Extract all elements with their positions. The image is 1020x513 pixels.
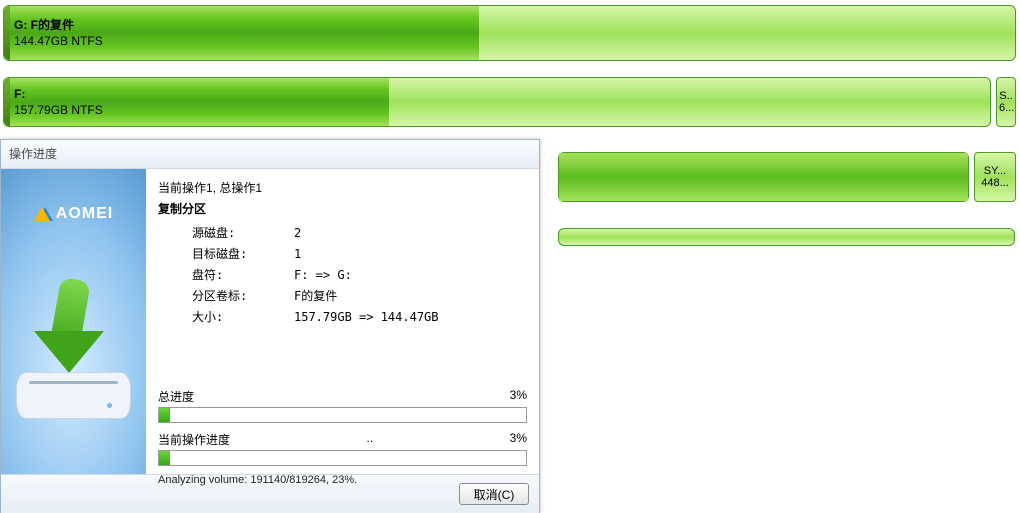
operation-details-table: 源磁盘:2 目标磁盘:1 盘符:F: => G: 分区卷标:F的复件 大小:15… [158, 221, 441, 328]
detail-value: F的复件 [294, 286, 439, 305]
detail-value: 157.79GB => 144.47GB [294, 307, 439, 326]
partition-info: 144.47GB NTFS [14, 33, 1015, 49]
detail-label: 分区卷标: [192, 286, 292, 305]
current-progress-label: 当前操作进度 [158, 431, 230, 448]
partition-bar-bg1[interactable] [558, 152, 969, 202]
partition-bar-s[interactable]: S.. 6... [996, 77, 1016, 127]
partition-info: 157.79GB NTFS [14, 102, 990, 118]
total-progress-bar [158, 407, 527, 423]
partition-mini-line1: S.. [999, 90, 1013, 102]
total-progress-pct: 3% [510, 388, 527, 405]
total-progress-label: 总进度 [158, 388, 194, 405]
dialog-main: 当前操作1, 总操作1 复制分区 源磁盘:2 目标磁盘:1 盘符:F: => G… [146, 169, 539, 474]
partition-mini-line1: SY... [977, 165, 1013, 177]
watermark: 值 什么值得买 [912, 483, 1012, 507]
current-progress-dots: .. [367, 431, 374, 448]
detail-label: 大小: [192, 307, 292, 326]
brand-label: AOMEI [1, 205, 146, 223]
dialog-title: 操作进度 [1, 140, 539, 169]
detail-label: 源磁盘: [192, 223, 292, 242]
detail-label: 目标磁盘: [192, 244, 292, 263]
detail-value: 2 [294, 223, 439, 242]
operation-counter: 当前操作1, 总操作1 [158, 179, 527, 196]
partition-title: G: F的复件 [14, 17, 1015, 33]
total-progress-fill [159, 408, 170, 422]
detail-value: F: => G: [294, 265, 439, 284]
cancel-button[interactable]: 取消(C) [459, 483, 529, 505]
detail-value: 1 [294, 244, 439, 263]
brand-text: AOMEI [56, 205, 113, 222]
progress-dialog: 操作进度 AOMEI 当前操作1, 总操作1 复制分区 源磁盘:2 目标磁盘:1 [0, 139, 540, 513]
watermark-icon: 值 [912, 483, 936, 507]
partition-bar-f[interactable]: F: 157.79GB NTFS [3, 77, 991, 127]
partition-title: F: [14, 86, 990, 102]
partition-bar-sy[interactable]: SY... 448... [974, 152, 1016, 202]
partition-bar-g[interactable]: G: F的复件 144.47GB NTFS [3, 5, 1016, 61]
detail-label: 盘符: [192, 265, 292, 284]
current-progress-bar [158, 450, 527, 466]
aomei-logo-icon [34, 207, 50, 221]
partition-bar-bg2[interactable] [558, 228, 1015, 246]
dialog-sidebar: AOMEI [1, 169, 146, 474]
current-progress-pct: 3% [510, 431, 527, 448]
operation-title: 复制分区 [158, 200, 527, 217]
partition-mini-line2: 448... [977, 177, 1013, 189]
drive-icon [16, 364, 131, 419]
watermark-text: 什么值得买 [942, 485, 1012, 505]
current-progress-fill [159, 451, 170, 465]
partition-fill [559, 153, 968, 201]
partition-mini-line2: 6... [999, 102, 1013, 114]
